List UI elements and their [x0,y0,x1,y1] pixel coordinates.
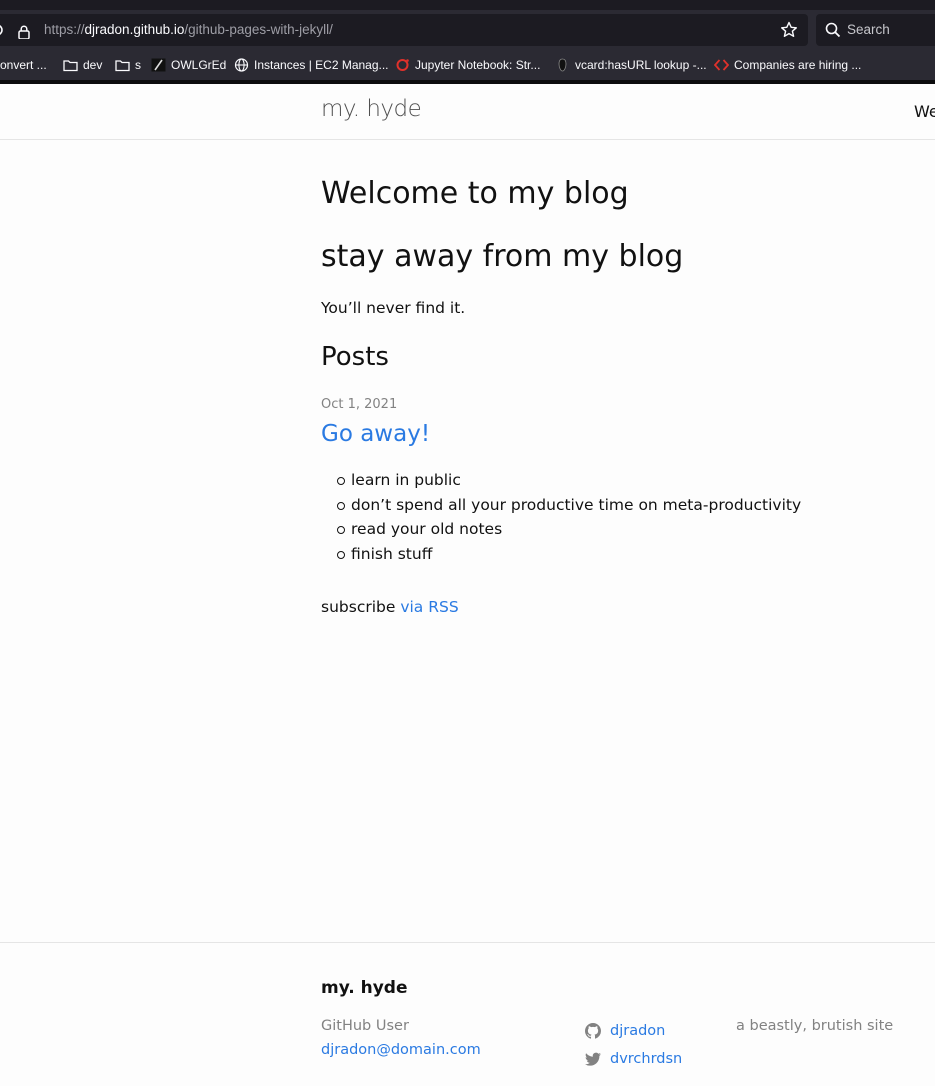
twitter-link[interactable]: dvrchrdsn [585,1045,682,1073]
url-host: djradon.github.io [84,22,185,37]
bookmark-star-icon[interactable] [780,21,798,39]
page-subheading: stay away from my blog [321,239,684,274]
browser-tab-strip [0,0,935,10]
rss-link[interactable]: via RSS [400,598,458,616]
search-icon [825,22,841,38]
footer-description: a beastly, brutish site [736,1018,894,1034]
post-title-link[interactable]: Go away! [321,421,430,447]
footer-email-link[interactable]: djradon@domain.com [321,1042,481,1058]
site-header: my. hyde We [0,84,935,140]
footer-author-name: GitHub User [321,1018,409,1034]
browser-toolbar: https://djradon.github.io/github-pages-w… [0,10,935,48]
folder-icon [63,58,78,72]
browser-search-box[interactable]: Search [816,14,935,46]
github-icon [585,1023,601,1039]
github-username: djradon [610,1023,666,1039]
list-item: finish stuff [321,543,801,568]
bookmark-folder-s[interactable]: s [115,56,141,74]
lock-icon[interactable] [18,24,30,40]
site-footer: my. hyde GitHub User djradon@domain.com … [0,942,935,1086]
jupyter-icon [395,58,410,72]
twitter-username: dvrchrdsn [610,1051,683,1067]
url-scheme: https:// [44,22,85,37]
bookmark-label: OWLGrEd [171,58,227,72]
bookmark-label: Instances | EC2 Manag... [254,58,389,72]
bookmark-label: Companies are hiring ... [734,58,862,72]
bookmark-owlgred[interactable]: OWLGrEd [151,56,226,74]
subscribe-text: subscribe [321,598,401,616]
github-link[interactable]: djradon [585,1017,682,1045]
owlgred-icon [151,58,166,72]
list-item: read your old notes [321,518,801,543]
list-item: learn in public [321,469,801,494]
post-excerpt-list: learn in public don’t spend all your pro… [321,469,801,568]
subscribe-line: subscribe via RSS [321,598,459,616]
tracking-protection-icon[interactable] [0,22,6,38]
bookmark-jupyter[interactable]: Jupyter Notebook: Str... [395,56,540,74]
posts-heading: Posts [321,342,389,372]
bookmark-onvert[interactable]: onvert ... [0,56,47,74]
bookmark-label: onvert ... [0,58,47,72]
bookmark-label: s [135,58,141,72]
bookmark-folder-dev[interactable]: dev [63,56,102,74]
bookmark-ec2-instances[interactable]: Instances | EC2 Manag... [234,56,389,74]
folder-icon [115,58,130,72]
bookmark-companies-hiring[interactable]: Companies are hiring ... [713,56,862,74]
url-text[interactable]: https://djradon.github.io/github-pages-w… [44,22,333,37]
site-title-link[interactable]: my. hyde [321,96,422,122]
bookmarks-toolbar: onvert ... dev s OWLGrEd Instances | EC2… [0,48,935,80]
bookmark-label: Jupyter Notebook: Str... [415,58,541,72]
footer-title: my. hyde [321,978,408,998]
search-placeholder: Search [847,22,890,37]
vcard-icon [555,58,570,72]
globe-icon [234,58,249,72]
bookmark-label: vcard:hasURL lookup -... [575,58,707,72]
nav-link-welcome[interactable]: We [914,102,935,121]
bookmark-vcard-lookup[interactable]: vcard:hasURL lookup -... [555,56,707,74]
footer-social-links: djradon dvrchrdsn [585,1017,682,1073]
bookmark-label: dev [83,58,103,72]
code-icon [713,58,730,72]
url-path: /github-pages-with-jekyll/ [184,22,333,37]
list-item: don’t spend all your productive time on … [321,494,801,519]
page-tagline: You’ll never find it. [321,299,466,317]
twitter-icon [585,1052,601,1066]
page-heading: Welcome to my blog [321,176,629,211]
post-date: Oct 1, 2021 [321,397,398,412]
address-bar[interactable]: https://djradon.github.io/github-pages-w… [0,14,808,46]
